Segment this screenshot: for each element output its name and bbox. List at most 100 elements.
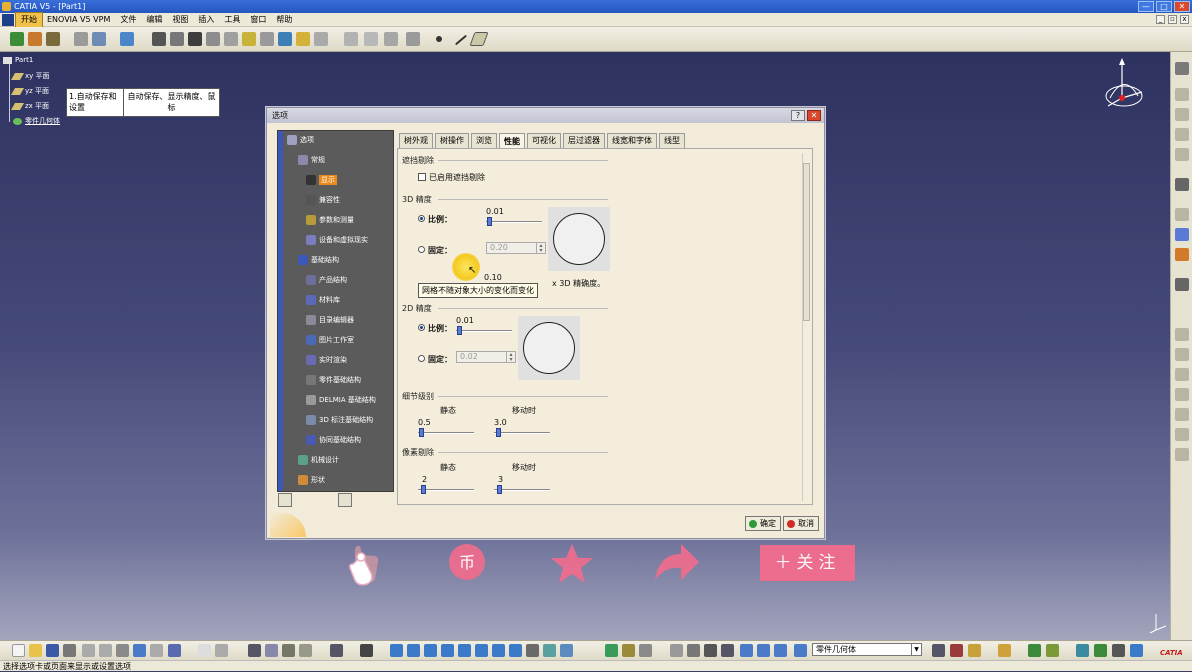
options-item-mech[interactable]: 机械设计: [298, 455, 339, 465]
brush-icon[interactable]: [998, 644, 1011, 657]
pen-icon[interactable]: [1130, 644, 1143, 657]
tab-tree-manipulation[interactable]: 树操作: [435, 133, 469, 148]
options-item-material[interactable]: 材料库: [306, 295, 340, 305]
fit-all-icon[interactable]: [407, 644, 420, 657]
pan-icon[interactable]: [424, 644, 437, 657]
tab-tree-appearance[interactable]: 树外观: [399, 133, 433, 148]
follow-button[interactable]: ＋关注: [760, 545, 855, 581]
draft-icon[interactable]: [296, 32, 310, 46]
dialog-help-button[interactable]: ?: [791, 110, 805, 121]
precision3d-fixed-input[interactable]: 0.20 ▴ ▾: [486, 242, 546, 254]
menu-start[interactable]: 开始: [15, 11, 43, 28]
tool-icon[interactable]: [1175, 428, 1189, 441]
part-design-icon[interactable]: [28, 32, 42, 46]
options-item-devices[interactable]: 设备和虚拟现实: [306, 235, 368, 245]
fly-mode-icon[interactable]: [390, 644, 403, 657]
zoom-out-icon[interactable]: [475, 644, 488, 657]
options-item-render[interactable]: 实时渲染: [306, 355, 347, 365]
tab-visualization[interactable]: 可视化: [527, 133, 561, 148]
tool-icon[interactable]: [1175, 128, 1189, 141]
options-item-product[interactable]: 产品结构: [306, 275, 347, 285]
options-item-delmia[interactable]: DELMIA 基础结构: [306, 395, 376, 405]
surface-icon[interactable]: [1094, 644, 1107, 657]
precision2d-fixed-input[interactable]: 0.02 ▴ ▾: [456, 351, 516, 363]
options-item-3d-annot[interactable]: 3D 标注基础结构: [306, 415, 373, 425]
inertia-icon[interactable]: [282, 644, 295, 657]
tab-layer-filter[interactable]: 层过滤器: [563, 133, 605, 148]
menu-edit[interactable]: 编辑: [141, 13, 167, 27]
material-icon[interactable]: [622, 644, 635, 657]
pixel-static-slider[interactable]: [418, 489, 474, 491]
tree-item-xy[interactable]: xy 平面: [10, 71, 50, 81]
help-icon[interactable]: [168, 644, 181, 657]
pad-icon[interactable]: [206, 32, 220, 46]
precision3d-ratio-slider[interactable]: [486, 221, 542, 223]
lod-static-slider[interactable]: [418, 432, 474, 434]
tab-linetype[interactable]: 线型: [659, 133, 685, 148]
pad-icon[interactable]: [950, 644, 963, 657]
sketch-icon[interactable]: [1076, 644, 1089, 657]
hide-show-icon[interactable]: [543, 644, 556, 657]
sketch-icon[interactable]: [1175, 278, 1189, 291]
layer-icon[interactable]: [740, 644, 753, 657]
doc-close-button[interactable]: x: [1180, 15, 1189, 24]
swap-icon[interactable]: [560, 644, 573, 657]
grid-icon[interactable]: [384, 32, 398, 46]
wireframe-icon[interactable]: [1112, 644, 1125, 657]
options-item-part-infra[interactable]: 零件基础结构: [306, 375, 361, 385]
pocket-icon[interactable]: [224, 32, 238, 46]
copy-icon[interactable]: [99, 644, 112, 657]
part-icon[interactable]: [1028, 644, 1041, 657]
doc-minimize-button[interactable]: _: [1156, 15, 1165, 24]
shell-icon[interactable]: [278, 32, 292, 46]
menu-view[interactable]: 视图: [167, 13, 193, 27]
update-icon[interactable]: [330, 644, 343, 657]
table-icon[interactable]: [92, 32, 106, 46]
body-icon[interactable]: [1046, 644, 1059, 657]
options-item-collab[interactable]: 协同基础结构: [306, 435, 361, 445]
plane-icon[interactable]: [469, 32, 489, 46]
paste-icon[interactable]: [116, 644, 129, 657]
precision3d-fixed-radio[interactable]: [418, 246, 425, 253]
menu-insert[interactable]: 插入: [193, 13, 219, 27]
tool-icon[interactable]: [1175, 448, 1189, 461]
expand-tree-icon[interactable]: [278, 493, 292, 507]
search-icon[interactable]: [1175, 228, 1189, 241]
options-item-photo[interactable]: 图片工作室: [306, 335, 354, 345]
assembly-icon[interactable]: [46, 32, 60, 46]
options-icon[interactable]: [1175, 62, 1189, 75]
options-root[interactable]: 选项: [287, 135, 314, 145]
save-icon[interactable]: [46, 644, 59, 657]
rectangle-icon[interactable]: [170, 32, 184, 46]
coin-icon[interactable]: 币: [443, 540, 493, 586]
render-icon[interactable]: [639, 644, 652, 657]
pixel-moving-slider[interactable]: [494, 489, 550, 491]
tool-icon[interactable]: [1175, 408, 1189, 421]
ok-button[interactable]: 确定: [745, 516, 781, 531]
like-icon[interactable]: [335, 540, 385, 586]
layer-icon[interactable]: [120, 32, 134, 46]
tool-icon[interactable]: [1175, 208, 1189, 221]
snap-icon[interactable]: [670, 644, 683, 657]
iso-view-icon[interactable]: [509, 644, 522, 657]
redo-icon[interactable]: [150, 644, 163, 657]
tab-performance[interactable]: 性能: [499, 133, 525, 148]
tree-item-body[interactable]: 零件几何体: [13, 116, 60, 126]
point-icon[interactable]: [436, 36, 442, 42]
precision3d-ratio-radio[interactable]: [418, 215, 425, 222]
lod-moving-slider[interactable]: [494, 432, 550, 434]
tool-icon[interactable]: [1175, 88, 1189, 101]
options-item-shape[interactable]: 形状: [298, 475, 325, 485]
camera-icon[interactable]: [360, 644, 373, 657]
precision2d-ratio-thumb[interactable]: [457, 326, 462, 335]
zoom-value-icon[interactable]: [721, 644, 734, 657]
line-icon[interactable]: [454, 34, 468, 46]
options-item-catalog[interactable]: 目录编辑器: [306, 315, 354, 325]
options-item-display[interactable]: 显示: [306, 175, 337, 185]
undo-icon[interactable]: [133, 644, 146, 657]
rotate-icon[interactable]: [441, 644, 454, 657]
pixel-static-thumb[interactable]: [421, 485, 426, 494]
maximize-button[interactable]: □: [1156, 1, 1172, 12]
open-icon[interactable]: [29, 644, 42, 657]
precision2d-fixed-radio[interactable]: [418, 355, 425, 362]
